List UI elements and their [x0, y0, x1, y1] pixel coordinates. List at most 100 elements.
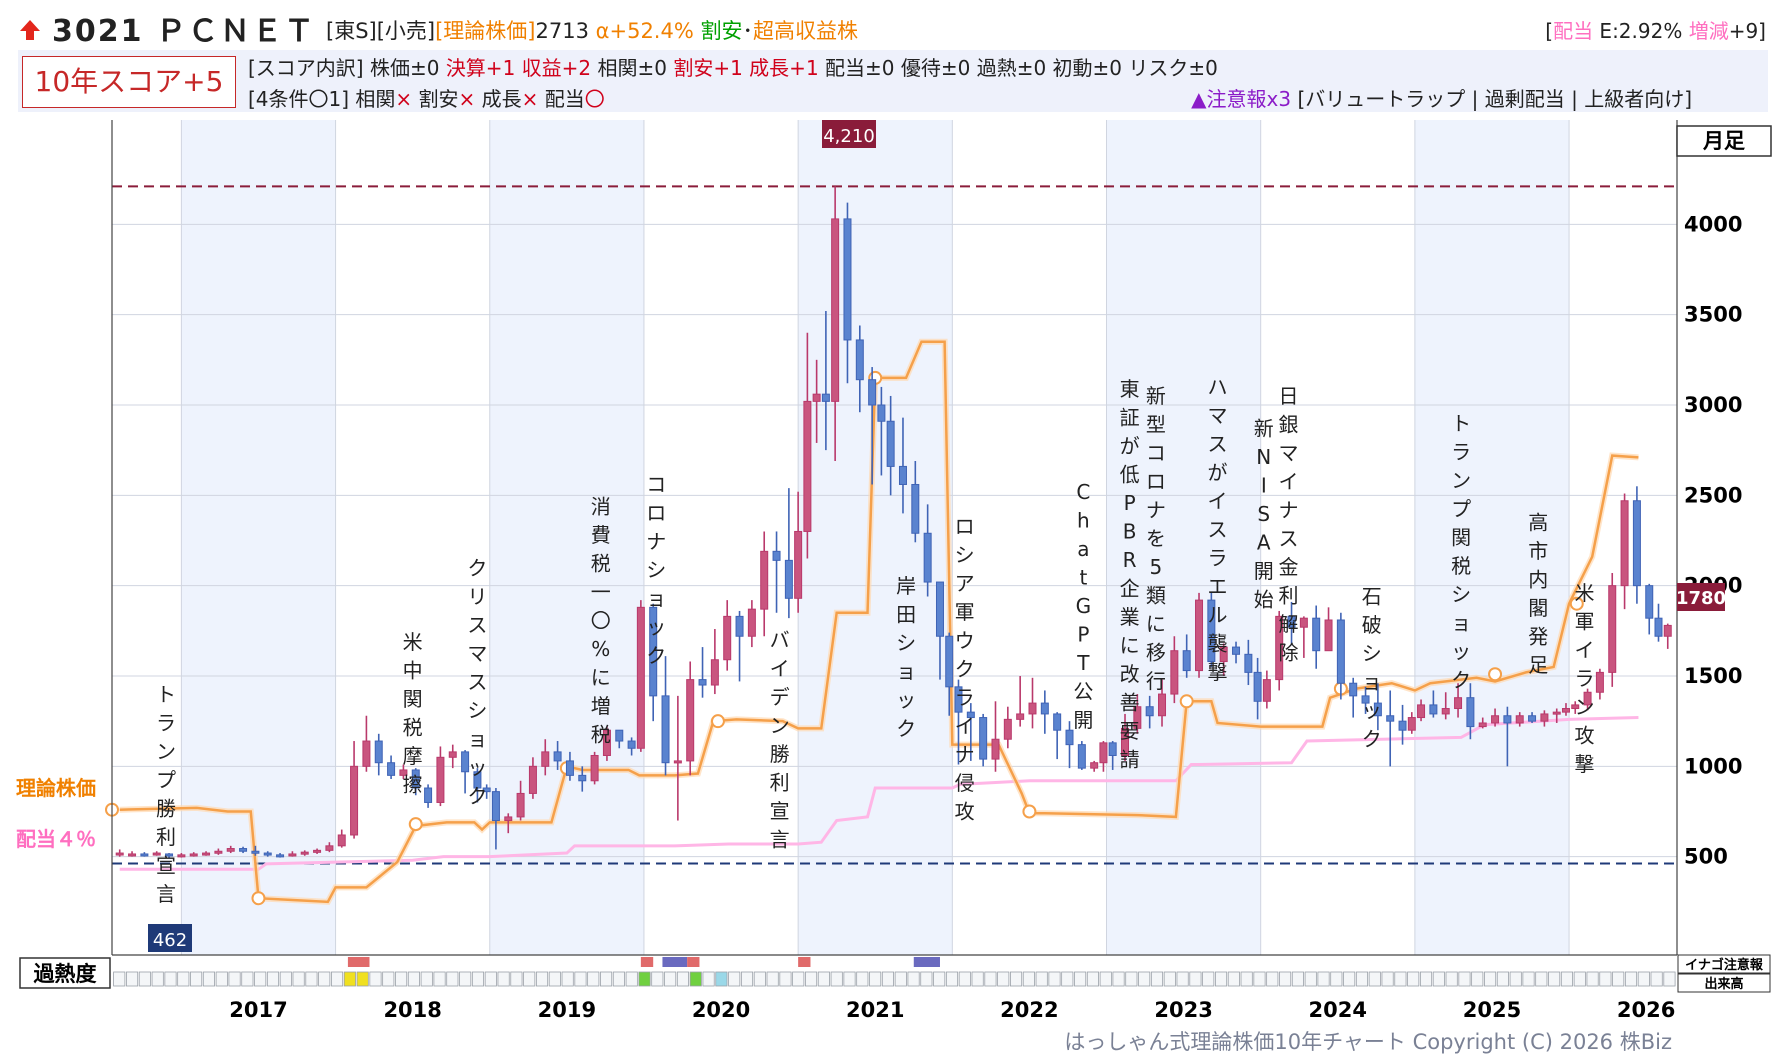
heat-cell [1394, 971, 1407, 987]
candle-body [911, 483, 920, 534]
heat-cell [894, 971, 907, 987]
stock-chart: トランプ勝利宣言 米中関税摩擦 クリスマスショック 消費税一〇%に増税 コロナショックバ… [16, 120, 1772, 1022]
candle-body [1407, 717, 1416, 731]
candle [128, 851, 137, 857]
heat-cell [1522, 971, 1535, 987]
candle-body [945, 635, 954, 688]
candle [673, 695, 682, 821]
heat-cell [676, 971, 690, 987]
candle-body [923, 532, 932, 583]
candle [1065, 721, 1074, 769]
heat-cell [1548, 971, 1561, 987]
heat-cell [1637, 971, 1650, 987]
candle-body [300, 851, 309, 855]
candle-body [491, 791, 500, 822]
heat-cell [1330, 971, 1343, 987]
heat-cell [1227, 971, 1240, 987]
heat-cell [1573, 971, 1586, 987]
year-band [489, 120, 644, 955]
candle-body [686, 679, 695, 762]
heat-cell [1599, 971, 1612, 987]
heat-cell [805, 971, 818, 987]
candle-body [313, 849, 322, 853]
heat-cell [1432, 971, 1445, 987]
candle-body [140, 853, 149, 857]
heat-cell [1150, 971, 1164, 987]
candle [784, 488, 793, 619]
heat-cell [1010, 971, 1023, 987]
heat-cell [1368, 971, 1381, 987]
heat-cell [202, 971, 215, 987]
event-annotation: トランプ勝利宣言 [156, 682, 176, 906]
theory-marker [408, 817, 423, 832]
heat-cell [484, 971, 497, 987]
candle-body [698, 679, 707, 686]
candle-body [565, 760, 574, 776]
candle-body [1466, 697, 1475, 728]
heat-cell [1304, 971, 1317, 987]
heat-cell [535, 971, 549, 987]
heat-cell [1086, 971, 1099, 987]
heat-label: 過熱度 [34, 962, 97, 986]
candle [1016, 675, 1025, 727]
heat-cell [869, 971, 882, 987]
candle-body [239, 848, 248, 852]
candle-body [1632, 500, 1641, 587]
candle-body [350, 765, 359, 836]
candle-body [991, 738, 1000, 760]
heat-cell [343, 971, 356, 987]
heat-cell [1202, 971, 1215, 987]
candle-body [1454, 697, 1463, 710]
candle [1003, 706, 1012, 749]
candle-body [1053, 713, 1062, 731]
signal-mark [347, 957, 370, 967]
heat-cell [1138, 971, 1151, 987]
heat-cell [151, 971, 164, 987]
heat-cell [779, 971, 792, 987]
x-tick-label: 2017 [229, 998, 287, 1022]
candle-body [1158, 693, 1167, 717]
candle-body [590, 754, 599, 782]
heat-cell [958, 971, 971, 987]
candle-body [1145, 706, 1154, 717]
signal-mark [640, 957, 654, 967]
candle [362, 715, 371, 772]
theory-marker [1488, 667, 1503, 682]
heat-cell [792, 971, 805, 987]
heat-cell [292, 971, 305, 987]
heat-cell [817, 971, 830, 987]
heat-cell [971, 971, 984, 987]
candle-body [128, 853, 137, 857]
heat-cell [574, 971, 587, 987]
period-label: 月足 [1702, 129, 1745, 153]
heat-cell [369, 971, 382, 987]
candle-body [760, 550, 769, 610]
theory-marker [251, 891, 266, 906]
candle-body [1108, 742, 1117, 756]
y-tick-label: 3000 [1684, 393, 1742, 417]
candle-body [276, 854, 285, 858]
candle [636, 600, 645, 752]
candle-body [202, 852, 211, 856]
signal-mark [798, 957, 811, 967]
candle [698, 647, 707, 698]
heat-cell [625, 971, 638, 987]
candle-body [747, 608, 756, 637]
heat-cell [715, 971, 728, 987]
candle-body [723, 615, 732, 661]
dividend-line-label: 配当４％ [16, 827, 96, 851]
heat-cell [753, 971, 766, 987]
candle [337, 829, 346, 848]
candle-body [812, 393, 821, 402]
heat-cell [1317, 971, 1330, 987]
candle [747, 600, 756, 648]
candle [115, 849, 124, 857]
heat-cell [1214, 971, 1228, 987]
candle-body [578, 774, 587, 782]
y-tick-label: 500 [1684, 845, 1728, 869]
candle-body [387, 762, 396, 776]
heat-cell [664, 971, 677, 987]
heat-cell [1163, 971, 1176, 987]
candle-body [1016, 713, 1025, 720]
candle [448, 744, 457, 769]
